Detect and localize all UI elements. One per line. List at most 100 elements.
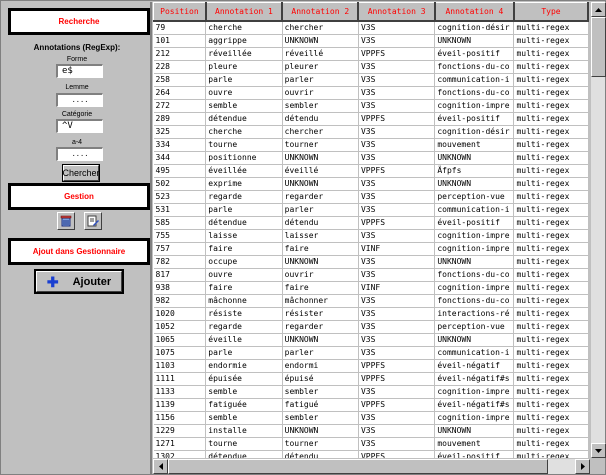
table-row[interactable]: 1271 tourne tourner V3S mouvement multi-regex: [153, 437, 589, 451]
table-cell: résiste: [205, 307, 283, 321]
horizontal-scroll-thumb[interactable]: [168, 459, 548, 474]
table-row[interactable]: 325 cherche chercher V3S cognition-désir mult…: [153, 125, 589, 139]
table-cell: 817: [153, 268, 207, 282]
table-row[interactable]: 1156 semble sembler V3S cognition-impre multi…: [153, 411, 589, 425]
table-cell: V3S: [358, 294, 436, 308]
results-table: Position Annotation 1 Annotation 2 Annotati…: [153, 2, 589, 458]
table-cell: 264: [153, 86, 207, 100]
table-row[interactable]: 938 faire faire VINF cognition-impre multi-re…: [153, 281, 589, 295]
column-header[interactable]: Annotation 4: [434, 2, 515, 22]
table-cell: cherche: [205, 125, 283, 139]
table-row[interactable]: 344 positionne UNKNOWN V3S UNKNOWN multi-rege…: [153, 151, 589, 165]
table-cell: 1075: [153, 346, 207, 360]
table-cell: aggrippe: [205, 34, 283, 48]
table-row[interactable]: 1133 semble sembler V3S cognition-impre multi…: [153, 385, 589, 399]
table-cell: multi-regex: [513, 164, 589, 178]
vertical-scroll-thumb[interactable]: [591, 17, 606, 77]
lemme-input[interactable]: ....: [56, 93, 103, 107]
table-cell: détendue: [205, 112, 283, 126]
table-row[interactable]: 212 réveillée réveillé VPPFS éveil-positif mu…: [153, 47, 589, 61]
column-header[interactable]: Type: [513, 2, 589, 22]
table-row[interactable]: 1075 parle parler V3S communication-i multi-r…: [153, 346, 589, 360]
table-cell: tourne: [205, 138, 283, 152]
table-row[interactable]: 531 parle parler V3S communication-i multi-re…: [153, 203, 589, 217]
table-cell: V3S: [358, 320, 436, 334]
a4-input[interactable]: ....: [56, 147, 103, 161]
table-cell: faire: [205, 242, 283, 256]
table-row[interactable]: 495 éveillée éveillé VPPFS Äfpfs multi-regex: [153, 164, 589, 178]
table-row[interactable]: 1139 fatiguée fatigué VPPFS éveil-négatif#s m…: [153, 398, 589, 412]
table-row[interactable]: 1103 endormie endormi VPPFS éveil-négatif mul…: [153, 359, 589, 373]
table-cell: multi-regex: [513, 86, 589, 100]
table-cell: éveil-positif: [434, 112, 515, 126]
table-cell: multi-regex: [513, 281, 589, 295]
table-row[interactable]: 817 ouvre ouvrir V3S fonctions-du-co multi-re…: [153, 268, 589, 282]
annotations-label: Annotations (RegExp):: [33, 43, 121, 52]
table-cell: tourne: [205, 437, 283, 451]
table-cell: regarder: [282, 190, 359, 204]
table-cell: multi-regex: [513, 203, 589, 217]
table-cell: détendu: [282, 450, 359, 458]
table-row[interactable]: 1020 résiste résister V3S interactions-ré mul…: [153, 307, 589, 321]
table-row[interactable]: 755 laisse laisser V3S cognition-impre multi-…: [153, 229, 589, 243]
table-row[interactable]: 502 exprime UNKNOWN V3S UNKNOWN multi-regex: [153, 177, 589, 191]
table-row[interactable]: 289 détendue détendu VPPFS éveil-positif mult…: [153, 112, 589, 126]
column-header[interactable]: Annotation 2: [281, 2, 360, 22]
categorie-input[interactable]: ^V: [56, 119, 103, 133]
table-cell: multi-regex: [513, 112, 589, 126]
table-cell: 782: [153, 255, 207, 269]
horizontal-scrollbar[interactable]: [153, 459, 590, 474]
search-button[interactable]: Chercher: [62, 164, 100, 182]
add-button[interactable]: ✚ Ajouter: [34, 269, 124, 294]
table-cell: faire: [205, 281, 283, 295]
column-header[interactable]: Position: [153, 2, 207, 22]
scroll-right-button[interactable]: [575, 459, 590, 474]
table-row[interactable]: 264 ouvre ouvrir V3S fonctions-du-co multi-re…: [153, 86, 589, 100]
table-row[interactable]: 1111 épuisée épuisé VPPFS éveil-négatif#s mul…: [153, 372, 589, 386]
table-row[interactable]: 1052 regarde regarder V3S perception-vue mult…: [153, 320, 589, 334]
table-cell: éveil-positif: [434, 450, 515, 458]
table-cell: multi-regex: [513, 138, 589, 152]
table-cell: V3S: [358, 268, 436, 282]
table-cell: chercher: [282, 20, 359, 35]
table-cell: V3S: [358, 34, 436, 48]
table-cell: 289: [153, 112, 207, 126]
table-row[interactable]: 585 détendue détendu VPPFS éveil-positif mult…: [153, 216, 589, 230]
table-cell: éveil-positif: [434, 47, 515, 61]
column-header[interactable]: Annotation 3: [357, 2, 436, 22]
trash-icon-button[interactable]: [57, 212, 75, 230]
table-cell: cognition-désir: [434, 125, 515, 139]
table-cell: éveil-positif: [434, 216, 515, 230]
scroll-up-button[interactable]: [591, 2, 606, 17]
table-row[interactable]: 228 pleure pleurer V3S fonctions-du-co multi-…: [153, 60, 589, 74]
table-row[interactable]: 272 semble sembler V3S cognition-impre multi-…: [153, 99, 589, 113]
table-row[interactable]: 782 occupe UNKNOWN V3S UNKNOWN multi-regex: [153, 255, 589, 269]
table-cell: tourner: [282, 138, 359, 152]
table-cell: UNKNOWN: [282, 333, 359, 347]
table-row[interactable]: 757 faire faire VINF cognition-impre multi-re…: [153, 242, 589, 256]
table-row[interactable]: 334 tourne tourner V3S mouvement multi-regex: [153, 138, 589, 152]
table-row[interactable]: 982 mâchonne mâchonner V3S fonctions-du-co mu…: [153, 294, 589, 308]
table-row[interactable]: 1065 éveille UNKNOWN V3S UNKNOWN multi-regex: [153, 333, 589, 347]
vertical-scrollbar[interactable]: [590, 2, 606, 458]
table-row[interactable]: 1229 installe UNKNOWN V3S UNKNOWN multi-regex: [153, 424, 589, 438]
table-cell: Äfpfs: [434, 164, 515, 178]
table-cell: V3S: [358, 437, 436, 451]
table-row[interactable]: 101 aggrippe UNKNOWN V3S UNKNOWN multi-regex: [153, 34, 589, 48]
table-row[interactable]: 258 parle parler V3S communication-i multi-re…: [153, 73, 589, 87]
column-header[interactable]: Annotation 1: [205, 2, 284, 22]
table-cell: mouvement: [434, 437, 515, 451]
table-row[interactable]: 1302 détendue détendu VPPFS éveil-positif mul…: [153, 450, 589, 458]
table-cell: 1052: [153, 320, 207, 334]
table-cell: éveille: [205, 333, 283, 347]
scroll-left-button[interactable]: [153, 459, 168, 474]
edit-icon-button[interactable]: [84, 212, 102, 230]
table-cell: VPPFS: [358, 398, 436, 412]
forme-input[interactable]: e$: [56, 64, 103, 78]
table-row[interactable]: 523 regarde regarder V3S perception-vue multi…: [153, 190, 589, 204]
table-cell: fonctions-du-co: [434, 60, 515, 74]
table-cell: éveil-négatif: [434, 359, 515, 373]
scroll-down-button[interactable]: [591, 443, 606, 458]
table-cell: pleure: [205, 60, 283, 74]
table-row[interactable]: 79 cherche chercher V3S cognition-désir multi…: [153, 20, 589, 35]
